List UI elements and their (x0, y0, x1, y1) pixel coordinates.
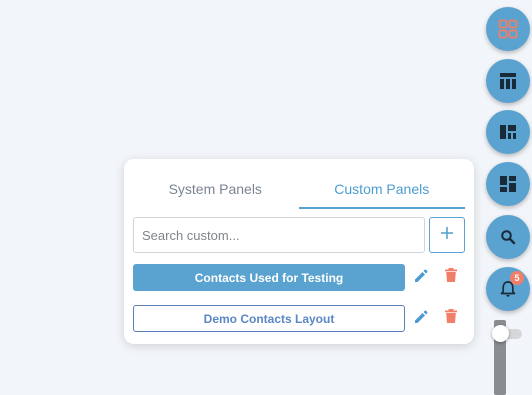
tab-system-panels[interactable]: System Panels (132, 169, 299, 209)
notification-count-badge: 5 (510, 271, 524, 285)
dashboard-layout-button[interactable] (486, 110, 530, 154)
pencil-icon (413, 309, 429, 330)
panels-popover: System Panels Custom Panels Contacts Use… (124, 159, 474, 344)
layout-item-label: Demo Contacts Layout (203, 311, 335, 326)
table-layout-icon (499, 72, 517, 90)
search-icon (500, 229, 516, 245)
dashboard-layout-icon (499, 123, 517, 141)
delete-layout-button[interactable] (441, 267, 461, 287)
layout-item-demo-contacts-layout[interactable]: Demo Contacts Layout (133, 305, 405, 332)
search-custom-input[interactable] (133, 217, 425, 253)
grid-layout-button[interactable] (486, 7, 530, 51)
tab-custom-panels[interactable]: Custom Panels (298, 169, 466, 209)
edit-layout-button[interactable] (411, 309, 431, 329)
toggle-knob[interactable] (492, 325, 509, 342)
table-layout-button[interactable] (486, 59, 530, 103)
panel-tabs: System Panels Custom Panels (132, 169, 465, 209)
panels-layout-button[interactable] (486, 162, 530, 206)
pencil-icon (413, 268, 429, 289)
plus-icon (440, 226, 454, 245)
layout-item-contacts-used-for-testing[interactable]: Contacts Used for Testing (133, 264, 405, 291)
edit-layout-button[interactable] (411, 268, 431, 288)
trash-icon (444, 267, 458, 288)
add-custom-panel-button[interactable] (429, 217, 465, 253)
notifications-button[interactable]: 5 (486, 267, 530, 311)
layout-item-label: Contacts Used for Testing (194, 270, 344, 285)
delete-layout-button[interactable] (441, 308, 461, 328)
grid-layout-icon (498, 19, 518, 39)
search-button[interactable] (486, 215, 530, 259)
panels-layout-icon (499, 175, 517, 193)
trash-icon (444, 308, 458, 329)
